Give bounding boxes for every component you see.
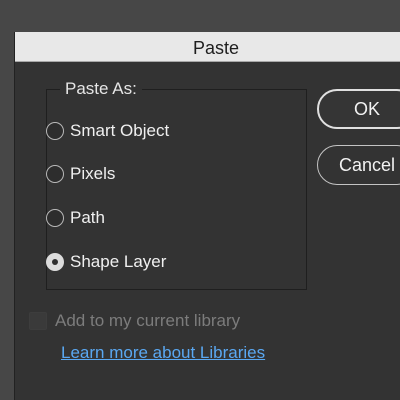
radio-selected-icon[interactable]	[46, 253, 64, 271]
radio-pixels[interactable]: Pixels	[46, 161, 115, 187]
dialog-titlebar: Paste	[15, 32, 400, 62]
radio-icon[interactable]	[46, 122, 64, 140]
radio-path[interactable]: Path	[46, 205, 105, 231]
radio-icon[interactable]	[46, 165, 64, 183]
radio-label-path: Path	[70, 208, 105, 227]
cancel-button[interactable]: Cancel	[317, 145, 400, 185]
paste-dialog: Paste Paste As: Smart Object Pixels Path…	[14, 32, 400, 400]
dialog-title: Paste	[192, 38, 240, 58]
paste-as-group-title: Paste As:	[60, 79, 142, 99]
ok-button[interactable]: OK	[317, 89, 400, 129]
radio-label-pixels: Pixels	[70, 164, 116, 183]
learn-more-libraries-link[interactable]: Learn more about Libraries	[61, 343, 265, 363]
radio-label-smart-object: Smart Object	[70, 121, 170, 140]
radio-label-shape-layer: Shape Layer	[70, 252, 167, 271]
radio-icon[interactable]	[46, 209, 64, 227]
library-checkbox[interactable]	[29, 312, 47, 330]
radio-shape-layer[interactable]: Shape Layer	[46, 249, 166, 275]
library-checkbox-row[interactable]: Add to my current library	[29, 309, 240, 333]
radio-smart-object[interactable]: Smart Object	[46, 118, 169, 144]
library-checkbox-label: Add to my current library	[55, 311, 241, 330]
